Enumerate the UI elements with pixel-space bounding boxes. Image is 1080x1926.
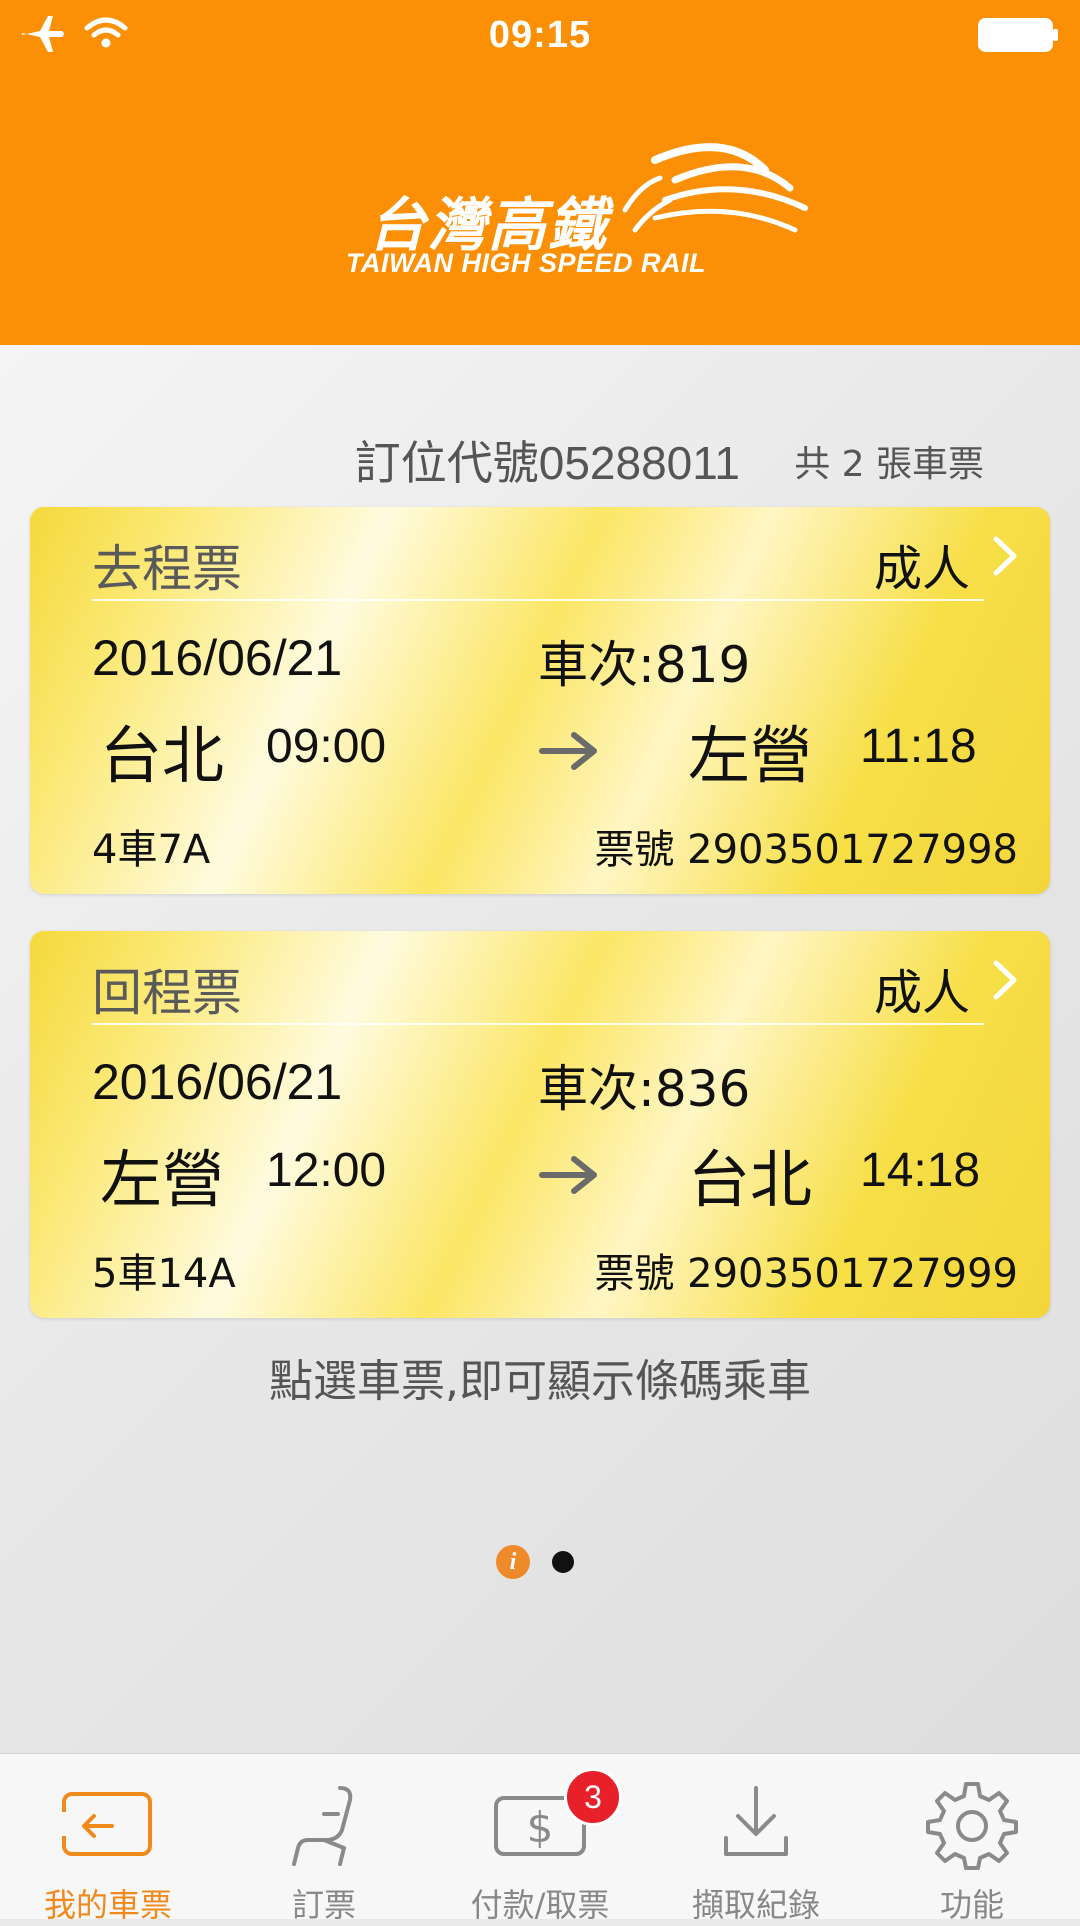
- seat-icon: [292, 1786, 353, 1866]
- outbound-ticket-card[interactable]: 去程票 成人 2016/06/21 車次:819 台北 09:00 左營 11:…: [30, 507, 1050, 894]
- seat-number: 5車14A: [92, 1251, 236, 1297]
- ticket-type: 回程票: [92, 964, 242, 1022]
- destination-station: 台北: [688, 1143, 813, 1216]
- tab-label: 我的車票: [43, 1886, 172, 1924]
- tab-payment-pickup[interactable]: $ 3 付款/取票: [432, 1754, 648, 1924]
- tab-label: 訂票: [291, 1886, 356, 1924]
- departure-time: 12:00: [266, 1144, 387, 1197]
- tab-label: 功能: [939, 1886, 1004, 1924]
- ticket-content-area[interactable]: 訂位代號05288011 共 2 張車票 去程票 成人 2016/06/21 車…: [0, 345, 1080, 1753]
- booking-code-label: 訂位代號: [354, 436, 539, 490]
- battery-icon: [978, 18, 1058, 52]
- arrow-right-icon: [539, 1156, 597, 1194]
- chevron-right-icon: [993, 960, 1017, 1000]
- ticket-divider: [92, 599, 984, 601]
- my-tickets-icon: [61, 1792, 152, 1856]
- thsr-logo: 台灣高鐵 TAIWAN HIGH SPEED RAIL: [340, 140, 810, 290]
- svg-text:$: $: [527, 1803, 554, 1852]
- tab-label: 擷取紀錄: [691, 1886, 820, 1924]
- arrival-time: 11:18: [860, 720, 977, 773]
- train-number: 車次:819: [538, 636, 751, 694]
- train-number: 車次:836: [538, 1060, 751, 1118]
- travel-date: 2016/06/21: [92, 1054, 343, 1110]
- chevron-right-icon: [993, 536, 1017, 576]
- current-page-dot[interactable]: [552, 1551, 574, 1573]
- logo-swoosh-icon: [622, 143, 808, 233]
- tab-booking[interactable]: 訂票: [216, 1754, 432, 1924]
- origin-station: 左營: [100, 1143, 225, 1216]
- departure-time: 09:00: [266, 720, 387, 773]
- barcode-hint-text: 點選車票,即可顯示條碼乘車: [269, 1356, 811, 1407]
- page-indicator[interactable]: i: [0, 1545, 1080, 1585]
- payment-badge: 3: [564, 1768, 622, 1826]
- travel-date: 2016/06/21: [92, 630, 343, 686]
- tab-my-tickets[interactable]: 我的車票: [0, 1754, 216, 1924]
- arrival-time: 14:18: [860, 1144, 981, 1197]
- tab-retrieve-records[interactable]: 擷取紀錄: [648, 1754, 864, 1924]
- return-ticket-card[interactable]: 回程票 成人 2016/06/21 車次:836 左營 12:00 台北 14:…: [30, 931, 1050, 1318]
- origin-station: 台北: [100, 719, 225, 792]
- booking-code: 訂位代號05288011: [355, 427, 740, 493]
- arrow-right-icon: [539, 732, 597, 770]
- ticket-count: 共 2 張車票: [794, 444, 984, 485]
- gear-icon: [926, 1782, 1018, 1870]
- passenger-type: 成人: [873, 541, 970, 597]
- seat-number: 4車7A: [92, 827, 211, 873]
- ticket-number: 票號 2903501727999: [594, 1251, 1018, 1297]
- ticket-number: 票號 2903501727998: [594, 827, 1018, 873]
- tab-functions[interactable]: 功能: [864, 1754, 1080, 1924]
- app-header: 09:15 台灣高鐵 TAIWAN HIGH SPEED RAIL: [0, 0, 1080, 345]
- tab-label: 付款/取票: [470, 1886, 610, 1924]
- info-page-dot[interactable]: i: [496, 1545, 530, 1579]
- ticket-type: 去程票: [92, 540, 242, 598]
- booking-code-value: 05288011: [538, 437, 740, 489]
- passenger-type: 成人: [873, 965, 970, 1021]
- status-bar: 09:15: [0, 0, 1080, 70]
- destination-station: 左營: [688, 719, 813, 792]
- logo-english-text: TAIWAN HIGH SPEED RAIL: [346, 248, 707, 278]
- download-icon: [724, 1786, 788, 1856]
- status-time: 09:15: [488, 14, 592, 56]
- booking-info: 訂位代號05288011 共 2 張車票: [0, 427, 1080, 490]
- bottom-tab-bar: 我的車票 訂票 $ 3 付款/取票 擷取紀錄 功能: [0, 1753, 1080, 1924]
- ticket-divider: [92, 1023, 984, 1025]
